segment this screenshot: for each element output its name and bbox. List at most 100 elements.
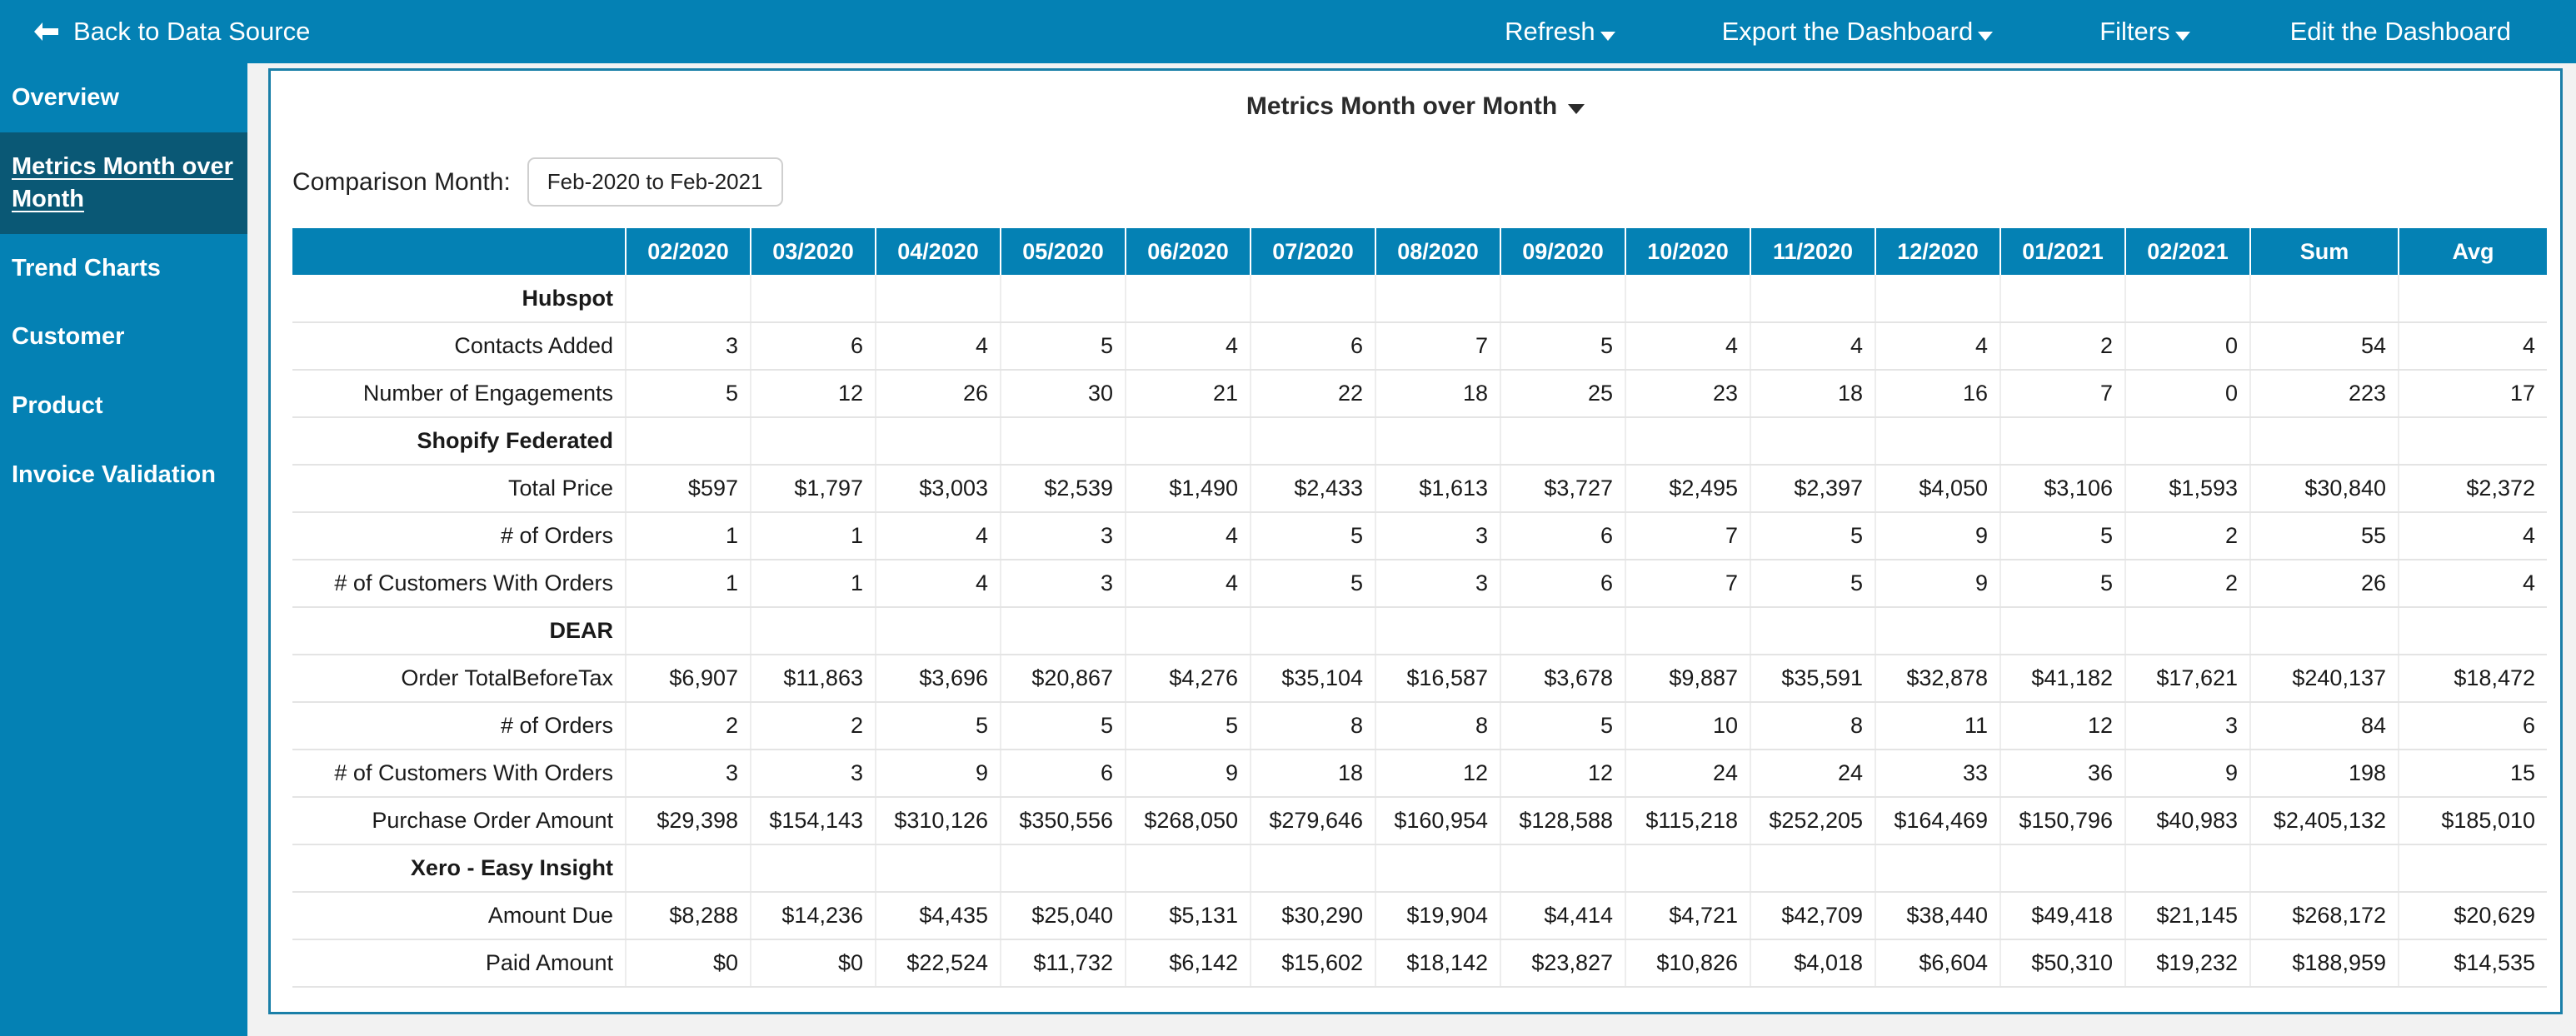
group-row-empty-cell xyxy=(2000,275,2126,323)
group-row-empty-cell xyxy=(2399,275,2547,323)
metric-value-cell: 12 xyxy=(2000,702,2126,750)
group-row-empty-cell xyxy=(626,844,751,893)
group-label: Hubspot xyxy=(292,275,627,323)
table-row: Order TotalBeforeTax $6,907 $11,863 $3,696 $… xyxy=(292,655,2547,703)
group-row-empty-cell xyxy=(1625,417,1751,466)
metric-value-cell: 6 xyxy=(2399,702,2547,750)
column-header-03-2020[interactable]: 03/2020 xyxy=(751,228,876,275)
metric-value-cell: $4,414 xyxy=(1500,892,1626,940)
metric-value-cell: 23 xyxy=(1625,370,1751,418)
column-header-02-2021[interactable]: 02/2021 xyxy=(2125,228,2251,275)
metric-value-cell: $18,472 xyxy=(2399,655,2547,703)
metric-value-cell: 55 xyxy=(2250,512,2399,560)
column-header-12-2020[interactable]: 12/2020 xyxy=(1875,228,2001,275)
metric-value-cell: 9 xyxy=(876,750,1001,798)
metric-value-cell: 6 xyxy=(1001,750,1126,798)
metric-label: # of Orders xyxy=(292,512,627,560)
metric-value-cell: 4 xyxy=(876,560,1001,608)
metric-value-cell: 4 xyxy=(2399,560,2547,608)
comparison-month-selector[interactable]: Feb-2020 to Feb-2021 xyxy=(527,157,783,207)
metrics-table-container: 02/2020 03/2020 04/2020 05/2020 06/2020 07/20… xyxy=(292,228,2547,988)
column-header-05-2020[interactable]: 05/2020 xyxy=(1001,228,1126,275)
metric-value-cell: $4,721 xyxy=(1625,892,1751,940)
metric-value-cell: 5 xyxy=(626,370,751,418)
edit-dashboard-button[interactable]: Edit the Dashboard xyxy=(2290,17,2511,47)
group-row-empty-cell xyxy=(876,607,1001,655)
filters-menu[interactable]: Filters xyxy=(2099,17,2190,47)
column-header-11-2020[interactable]: 11/2020 xyxy=(1750,228,1876,275)
column-header-10-2020[interactable]: 10/2020 xyxy=(1625,228,1751,275)
table-row: Amount Due $8,288 $14,236 $4,435 $25,040 $5,1… xyxy=(292,892,2547,940)
metric-value-cell: $50,310 xyxy=(2000,939,2126,988)
sidebar-item-invoice-validation[interactable]: Invoice Validation xyxy=(0,441,247,510)
metric-value-cell: $11,732 xyxy=(1001,939,1126,988)
metric-value-cell: 11 xyxy=(1875,702,2001,750)
metric-value-cell: 4 xyxy=(1875,322,2001,371)
metric-value-cell: $2,433 xyxy=(1251,465,1376,513)
column-header-07-2020[interactable]: 07/2020 xyxy=(1251,228,1376,275)
column-header-04-2020[interactable]: 04/2020 xyxy=(876,228,1001,275)
metric-value-cell: 18 xyxy=(1251,750,1376,798)
column-header-01-2021[interactable]: 01/2021 xyxy=(2000,228,2126,275)
back-to-data-source-button[interactable]: Back to Data Source xyxy=(32,17,310,47)
export-dashboard-label: Export the Dashboard xyxy=(1721,17,1974,46)
metric-value-cell: 2 xyxy=(2125,512,2251,560)
column-header-06-2020[interactable]: 06/2020 xyxy=(1126,228,1251,275)
sidebar-item-product[interactable]: Product xyxy=(0,371,247,441)
metric-value-cell: 9 xyxy=(2125,750,2251,798)
metric-value-cell: $18,142 xyxy=(1375,939,1501,988)
metric-value-cell: 2 xyxy=(751,702,876,750)
metric-value-cell: $29,398 xyxy=(626,797,751,845)
table-group-row: Hubspot xyxy=(292,275,2547,323)
sidebar-item-metrics-month-over-month[interactable]: Metrics Month over Month xyxy=(0,132,247,234)
panel-title[interactable]: Metrics Month over Month xyxy=(271,92,2560,121)
metric-value-cell: $1,613 xyxy=(1375,465,1501,513)
sidebar-item-customer[interactable]: Customer xyxy=(0,302,247,371)
group-row-empty-cell xyxy=(2125,275,2251,323)
column-header-Avg[interactable]: Avg xyxy=(2399,228,2547,275)
metric-value-cell: $3,106 xyxy=(2000,465,2126,513)
column-header-08-2020[interactable]: 08/2020 xyxy=(1375,228,1501,275)
metric-value-cell: $252,205 xyxy=(1750,797,1876,845)
group-row-empty-cell xyxy=(1750,417,1876,466)
table-row: # of Orders 1 1 4 3 4 5 3 6 7 5 9 5 2 55 4 xyxy=(292,512,2547,560)
metric-value-cell: 33 xyxy=(1875,750,2001,798)
metrics-table: 02/2020 03/2020 04/2020 05/2020 06/2020 07/20… xyxy=(292,228,2547,988)
column-header-02-2020[interactable]: 02/2020 xyxy=(626,228,751,275)
top-nav-items: Refresh Export the Dashboard Filters Edi… xyxy=(1505,17,2576,47)
metric-value-cell: 26 xyxy=(2250,560,2399,608)
group-row-empty-cell xyxy=(2000,844,2126,893)
metric-value-cell: 5 xyxy=(2000,512,2126,560)
metric-label: # of Customers With Orders xyxy=(292,560,627,608)
metric-value-cell: $164,469 xyxy=(1875,797,2001,845)
sidebar-item-overview[interactable]: Overview xyxy=(0,63,247,132)
metric-value-cell: $42,709 xyxy=(1750,892,1876,940)
sidebar-item-label: Customer xyxy=(12,323,125,351)
table-row: # of Orders 2 2 5 5 5 8 8 5 10 8 11 12 3 84 6 xyxy=(292,702,2547,750)
sidebar-item-trend-charts[interactable]: Trend Charts xyxy=(0,234,247,303)
metric-value-cell: $2,405,132 xyxy=(2250,797,2399,845)
column-header-09-2020[interactable]: 09/2020 xyxy=(1500,228,1626,275)
export-dashboard-menu[interactable]: Export the Dashboard xyxy=(1722,17,1994,47)
metric-label: Purchase Order Amount xyxy=(292,797,627,845)
metric-value-cell: $20,867 xyxy=(1001,655,1126,703)
metric-value-cell: 1 xyxy=(751,512,876,560)
metric-value-cell: $6,907 xyxy=(626,655,751,703)
metric-value-cell: 3 xyxy=(626,750,751,798)
sidebar-item-label: Trend Charts xyxy=(12,254,161,281)
column-header-rowlabel[interactable] xyxy=(292,228,627,275)
metric-value-cell: $240,137 xyxy=(2250,655,2399,703)
metric-value-cell: 5 xyxy=(1126,702,1251,750)
group-row-empty-cell xyxy=(2000,417,2126,466)
metric-value-cell: 12 xyxy=(1500,750,1626,798)
metric-value-cell: $128,588 xyxy=(1500,797,1626,845)
chevron-down-icon xyxy=(1600,31,1615,41)
metric-value-cell: $2,539 xyxy=(1001,465,1126,513)
group-row-empty-cell xyxy=(1625,844,1751,893)
metric-value-cell: 24 xyxy=(1625,750,1751,798)
metric-value-cell: $22,524 xyxy=(876,939,1001,988)
column-header-Sum[interactable]: Sum xyxy=(2250,228,2399,275)
refresh-menu[interactable]: Refresh xyxy=(1505,17,1615,47)
table-row: Paid Amount $0 $0 $22,524 $11,732 $6,142 $15,6… xyxy=(292,939,2547,988)
metric-value-cell: 2 xyxy=(2125,560,2251,608)
